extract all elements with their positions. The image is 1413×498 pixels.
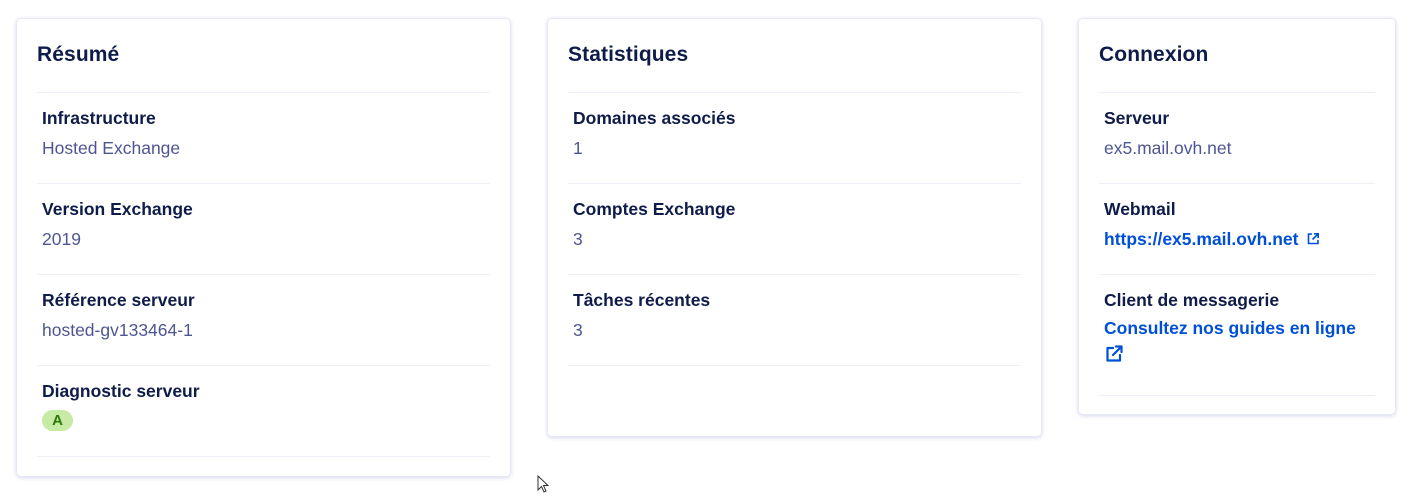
- statistics-card: Statistiques Domaines associés 1 Comptes…: [547, 18, 1042, 437]
- accounts-value: 3: [573, 229, 583, 249]
- version-value: 2019: [42, 229, 81, 249]
- summary-card: Résumé Infrastructure Hosted Exchange Ve…: [16, 18, 511, 477]
- webmail-label: Webmail: [1104, 199, 1176, 219]
- mail-client-guides-link[interactable]: Consultez nos guides en ligne: [1104, 314, 1374, 372]
- connection-row-server: Serveur ex5.mail.ovh.net: [1099, 92, 1375, 183]
- statistics-row-domains: Domaines associés 1: [568, 92, 1021, 183]
- mail-client-label: Client de messagerie: [1104, 290, 1280, 310]
- diagnostic-label: Diagnostic serveur: [42, 381, 200, 401]
- tasks-value: 3: [573, 320, 583, 340]
- summary-row-diagnostic: Diagnostic serveur A: [37, 365, 490, 456]
- connection-row-webmail: Webmail https://ex5.mail.ovh.net: [1099, 183, 1375, 274]
- domains-label: Domaines associés: [573, 108, 736, 128]
- mail-client-guides-text: Consultez nos guides en ligne: [1104, 318, 1356, 338]
- version-label: Version Exchange: [42, 199, 193, 219]
- tasks-label: Tâches récentes: [573, 290, 711, 310]
- server-reference-label: Référence serveur: [42, 290, 195, 310]
- external-link-icon: [1104, 344, 1124, 372]
- accounts-label: Comptes Exchange: [573, 199, 736, 219]
- server-value: ex5.mail.ovh.net: [1104, 138, 1232, 158]
- connection-title: Connexion: [1099, 43, 1209, 66]
- connection-row-mail-client: Client de messagerie Consultez nos guide…: [1099, 274, 1375, 395]
- webmail-link[interactable]: https://ex5.mail.ovh.net: [1104, 229, 1320, 251]
- diagnostic-status-badge: A: [42, 410, 73, 431]
- statistics-divider: [568, 365, 1021, 366]
- mouse-cursor-icon: [537, 474, 550, 498]
- server-label: Serveur: [1104, 108, 1170, 128]
- statistics-row-accounts: Comptes Exchange 3: [568, 183, 1021, 274]
- server-reference-value: hosted-gv133464-1: [42, 320, 193, 340]
- external-link-icon: [1306, 230, 1320, 251]
- summary-row-infrastructure: Infrastructure Hosted Exchange: [37, 92, 490, 183]
- webmail-link-text: https://ex5.mail.ovh.net: [1104, 229, 1299, 249]
- summary-row-server-reference: Référence serveur hosted-gv133464-1: [37, 274, 490, 365]
- statistics-row-tasks: Tâches récentes 3: [568, 274, 1021, 365]
- summary-title: Résumé: [37, 43, 120, 66]
- domains-value: 1: [573, 138, 583, 158]
- connection-divider: [1099, 395, 1375, 396]
- infrastructure-label: Infrastructure: [42, 108, 156, 128]
- summary-row-version: Version Exchange 2019: [37, 183, 490, 274]
- connection-card: Connexion Serveur ex5.mail.ovh.net Webma…: [1078, 18, 1396, 415]
- summary-divider: [37, 456, 490, 457]
- infrastructure-value: Hosted Exchange: [42, 138, 181, 158]
- statistics-title: Statistiques: [568, 43, 689, 66]
